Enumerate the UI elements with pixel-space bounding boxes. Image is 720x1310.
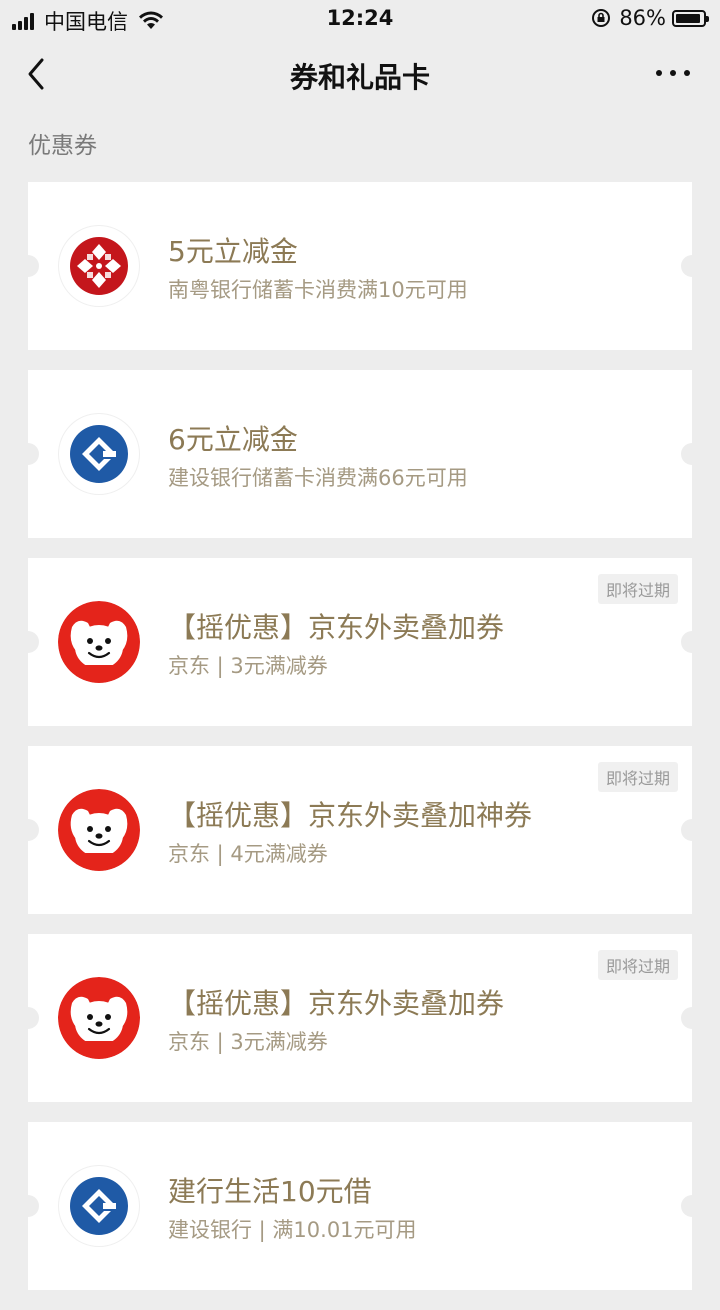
card-notch [681, 631, 703, 653]
coupon-subtitle: 建设银行储蓄卡消费满66元可用 [168, 466, 468, 490]
rotation-lock-icon [592, 9, 611, 27]
coupon-title: 【摇优惠】京东外卖叠加神券 [168, 799, 533, 832]
coupon-title: 【摇优惠】京东外卖叠加券 [168, 987, 505, 1020]
coupon-title: 5元立减金 [168, 235, 298, 268]
jd-dog-logo-icon [58, 977, 140, 1059]
expire-badge: 即将过期 [597, 762, 678, 792]
status-bar: 中国电信 12:24 86% [0, 0, 720, 36]
coupon-card[interactable]: 即将过期 【摇优惠】京东外卖叠加券 京东 | 3元满减券 [17, 934, 703, 1102]
nanyue-bank-logo-icon [58, 225, 140, 307]
coupon-card[interactable]: 即将过期 【摇优惠】京东外卖叠加神券 京东 | 4元满减券 [17, 746, 703, 914]
coupon-card[interactable]: 即将过期 【摇优惠】京东外卖叠加券 京东 | 3元满减券 [17, 558, 703, 726]
coupon-subtitle: 京东 | 3元满减券 [168, 654, 328, 678]
section-title: 优惠券 [28, 133, 97, 159]
jd-dog-logo-icon [58, 601, 140, 683]
card-notch [681, 443, 703, 465]
ccb-logo-icon [58, 1165, 140, 1247]
more-dot [684, 70, 690, 76]
coupon-subtitle: 南粤银行储蓄卡消费满10元可用 [168, 278, 468, 302]
coupon-card[interactable]: 6元立减金 建设银行储蓄卡消费满66元可用 [17, 370, 703, 538]
coupon-card[interactable]: 建行生活10元借 建设银行 | 满10.01元可用 [17, 1122, 703, 1290]
coupon-subtitle: 京东 | 3元满减券 [168, 1030, 328, 1054]
card-notch [17, 443, 39, 465]
coupon-list: 5元立减金 南粤银行储蓄卡消费满10元可用 6元立减金 建设银行储蓄卡消费满66… [17, 182, 703, 1310]
card-notch [681, 819, 703, 841]
battery-icon [672, 9, 709, 27]
jd-dog-logo-icon [58, 789, 140, 871]
card-notch [17, 255, 39, 277]
more-button[interactable] [656, 66, 690, 80]
card-notch [17, 1007, 39, 1029]
coupon-card[interactable]: 5元立减金 南粤银行储蓄卡消费满10元可用 [17, 182, 703, 350]
card-notch [17, 631, 39, 653]
status-right: 86% [591, 6, 709, 30]
expire-badge: 即将过期 [597, 950, 678, 980]
page-title: 券和礼品卡 [289, 61, 430, 94]
card-notch [17, 819, 39, 841]
card-notch [681, 1195, 703, 1217]
nav-bar: 券和礼品卡 [0, 36, 720, 112]
coupon-title: 6元立减金 [168, 423, 298, 456]
coupon-title: 【摇优惠】京东外卖叠加券 [168, 611, 505, 644]
ccb-logo-icon [58, 413, 140, 495]
card-notch [17, 1195, 39, 1217]
coupon-title: 建行生活10元借 [168, 1175, 372, 1208]
battery-percent: 86% [619, 6, 666, 30]
expire-badge: 即将过期 [597, 574, 678, 604]
more-dot [670, 70, 676, 76]
card-notch [681, 1007, 703, 1029]
card-notch [681, 255, 703, 277]
coupon-subtitle: 京东 | 4元满减券 [168, 842, 328, 866]
more-dots-icon [656, 70, 662, 76]
coupon-subtitle: 建设银行 | 满10.01元可用 [168, 1218, 417, 1242]
